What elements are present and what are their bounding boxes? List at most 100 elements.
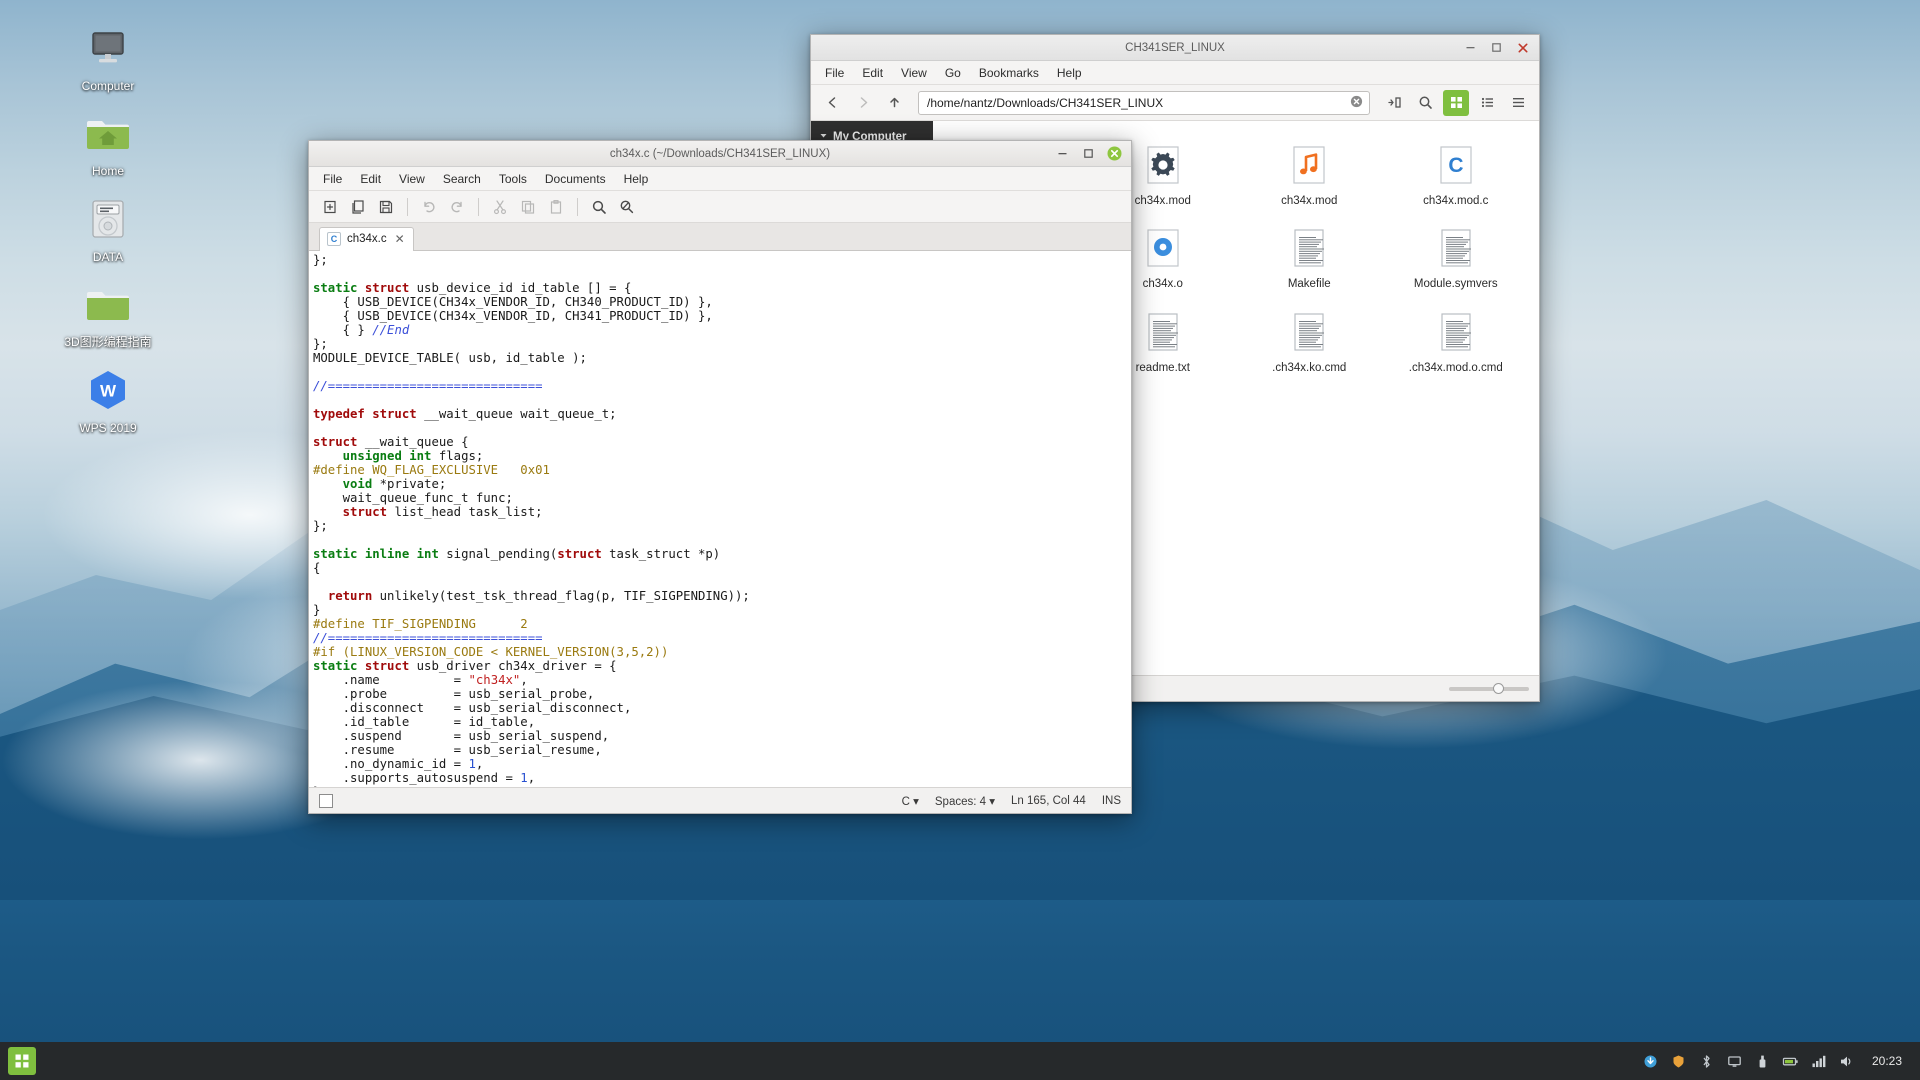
code-line: //=============================: [313, 631, 543, 645]
menu-item-go[interactable]: Go: [937, 63, 969, 83]
clear-path-icon[interactable]: [1350, 95, 1363, 111]
toolbar-separator: [577, 197, 578, 216]
file-item[interactable]: .ch34x.ko.cmd: [1236, 302, 1383, 381]
minimize-icon[interactable]: [1463, 40, 1478, 55]
menu-item-search[interactable]: Search: [435, 169, 489, 189]
usb-icon[interactable]: [1754, 1053, 1771, 1070]
overwrite-indicator-icon: [319, 793, 333, 808]
file-item[interactable]: ch34x.mod: [1236, 135, 1383, 214]
up-icon[interactable]: [881, 90, 907, 116]
path-text: /home/nantz/Downloads/CH341SER_LINUX: [927, 95, 1164, 110]
code-line: .id_table = id_table,: [313, 715, 536, 729]
bluetooth-icon[interactable]: [1698, 1053, 1715, 1070]
list-view-icon[interactable]: [1474, 90, 1500, 116]
indent-label: Spaces: 4: [934, 795, 987, 808]
editor-tab-ch34x-c[interactable]: C ch34x.c ✕: [319, 227, 414, 251]
desktop-icon-label: Home: [91, 164, 124, 179]
minimize-icon[interactable]: [1055, 146, 1070, 161]
clock[interactable]: 20:23: [1872, 1054, 1902, 1068]
menu-item-file[interactable]: File: [315, 169, 350, 189]
menu-item-edit[interactable]: Edit: [352, 169, 389, 189]
computer-icon: [82, 22, 134, 74]
text-editor-window[interactable]: ch34x.c (~/Downloads/CH341SER_LINUX) Fil…: [308, 140, 1132, 814]
code-line: MODULE_DEVICE_TABLE( usb, id_table );: [313, 351, 587, 365]
undo-icon[interactable]: [416, 194, 442, 220]
code-line: struct __wait_queue {: [313, 435, 469, 449]
file-item[interactable]: Cch34x.mod.c: [1383, 135, 1530, 214]
menu-item-view[interactable]: View: [391, 169, 433, 189]
volume-icon[interactable]: [1838, 1053, 1855, 1070]
desktop[interactable]: Computer Home DATA 3D图形编程指南 W WPS 2019 C…: [0, 0, 1920, 1080]
zoom-slider-knob[interactable]: [1493, 682, 1504, 694]
menu-item-help[interactable]: Help: [1049, 63, 1090, 83]
back-icon[interactable]: [819, 90, 845, 116]
search-icon[interactable]: [1412, 90, 1438, 116]
display-icon[interactable]: [1726, 1053, 1743, 1070]
code-line: #define TIF_SIGPENDING 2: [313, 617, 528, 631]
desktop-icon-3d-guide[interactable]: 3D图形编程指南: [48, 278, 168, 349]
file-item-label: ch34x.mod: [1281, 195, 1338, 207]
file-item-label: Makefile: [1287, 278, 1331, 291]
open-file-icon[interactable]: [345, 194, 371, 220]
file-item[interactable]: Module.symvers: [1383, 218, 1530, 297]
binary-file-icon: [1139, 224, 1187, 272]
shield-icon[interactable]: [1670, 1053, 1687, 1070]
language-selector[interactable]: C ▾: [902, 794, 919, 808]
harddisk-icon: [82, 193, 134, 245]
folder-icon: [82, 278, 134, 330]
path-input[interactable]: /home/nantz/Downloads/CH341SER_LINUX: [918, 90, 1370, 115]
file-item-label: .ch34x.ko.cmd: [1272, 361, 1347, 374]
menu-item-documents[interactable]: Documents: [537, 169, 614, 189]
code-line: static inline int signal_pending(struct …: [313, 547, 721, 561]
maximize-icon[interactable]: [1081, 146, 1096, 161]
find-replace-icon[interactable]: [614, 194, 640, 220]
cut-icon[interactable]: [487, 194, 513, 220]
close-icon[interactable]: [1515, 40, 1530, 55]
paste-icon[interactable]: [543, 194, 569, 220]
code-line: .disconnect = usb_serial_disconnect,: [313, 701, 632, 715]
network-icon[interactable]: [1810, 1053, 1827, 1070]
menu-item-view[interactable]: View: [893, 63, 935, 83]
code-text-area[interactable]: }; static struct usb_device_id id_table […: [309, 251, 1131, 787]
zoom-slider[interactable]: [1449, 682, 1529, 694]
file-manager-titlebar[interactable]: CH341SER_LINUX: [811, 35, 1539, 61]
code-line: };: [313, 519, 328, 533]
split-view-icon[interactable]: [1381, 90, 1407, 116]
desktop-icon-home[interactable]: Home: [48, 107, 168, 178]
maximize-icon[interactable]: [1489, 40, 1504, 55]
desktop-icon-data[interactable]: DATA: [48, 193, 168, 264]
battery-icon[interactable]: [1782, 1053, 1799, 1070]
file-manager-menubar: File Edit View Go Bookmarks Help: [811, 61, 1539, 85]
icon-view-icon[interactable]: [1443, 89, 1469, 116]
file-item-label: readme.txt: [1135, 361, 1190, 374]
editor-menubar: File Edit View Search Tools Documents He…: [309, 167, 1131, 191]
menu-icon[interactable]: [8, 1047, 36, 1075]
file-manager-window-controls: [1463, 40, 1539, 55]
file-item[interactable]: .ch34x.mod.o.cmd: [1383, 302, 1530, 381]
editor-titlebar[interactable]: ch34x.c (~/Downloads/CH341SER_LINUX): [309, 141, 1131, 167]
desktop-icon-computer[interactable]: Computer: [48, 22, 168, 93]
indent-selector[interactable]: Spaces: 4 ▾: [935, 794, 995, 808]
redo-icon[interactable]: [444, 194, 470, 220]
forward-icon[interactable]: [850, 90, 876, 116]
cursor-position: Ln 165, Col 44: [1011, 794, 1086, 807]
menu-item-file[interactable]: File: [817, 63, 852, 83]
copy-icon[interactable]: [515, 194, 541, 220]
file-item[interactable]: Makefile: [1236, 218, 1383, 297]
menu-item-help[interactable]: Help: [616, 169, 657, 189]
find-icon[interactable]: [586, 194, 612, 220]
close-icon[interactable]: [1107, 146, 1122, 161]
desktop-icon-wps[interactable]: W WPS 2019: [48, 364, 168, 435]
menu-item-bookmarks[interactable]: Bookmarks: [971, 63, 1047, 83]
code-line: .name = "ch34x",: [313, 673, 528, 687]
code-line: { USB_DEVICE(CH34x_VENDOR_ID, CH340_PROD…: [313, 295, 713, 309]
menu-item-tools[interactable]: Tools: [491, 169, 535, 189]
new-file-icon[interactable]: [317, 194, 343, 220]
save-icon[interactable]: [373, 194, 399, 220]
update-icon[interactable]: [1642, 1053, 1659, 1070]
menu-item-edit[interactable]: Edit: [854, 63, 891, 83]
compact-view-icon[interactable]: [1505, 90, 1531, 116]
close-icon[interactable]: ✕: [395, 232, 405, 246]
taskbar[interactable]: 20:23: [0, 1042, 1920, 1080]
